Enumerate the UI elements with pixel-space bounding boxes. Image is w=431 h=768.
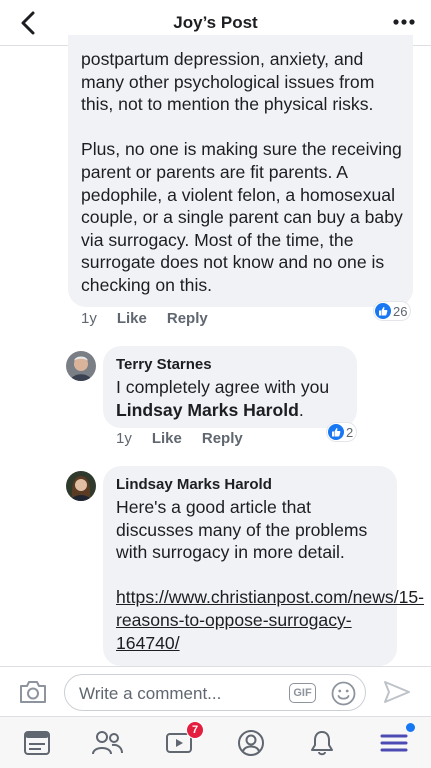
like-button[interactable]: Like — [117, 310, 147, 327]
send-icon[interactable] — [382, 679, 412, 705]
reply-button[interactable]: Reply — [167, 310, 208, 327]
reaction-count: 2 — [346, 424, 354, 440]
comment-time: 1y — [81, 310, 97, 327]
like-button[interactable]: Like — [152, 430, 182, 447]
reply-button[interactable]: Reply — [202, 430, 243, 447]
comment-text: I completely agree with you Lindsay Mark… — [116, 376, 351, 421]
comment-body: I completely agree with you — [116, 377, 330, 397]
comment-body: Here's a good article that discusses man… — [116, 497, 368, 563]
comment-text: Here's a good article that discusses man… — [116, 496, 424, 654]
like-reaction-icon — [375, 303, 391, 319]
comment-author[interactable]: Lindsay Marks Harold — [116, 476, 272, 493]
comment-paragraph: postpartum depression, anxiety, and many… — [81, 49, 375, 115]
reply-bubble[interactable]: Terry Starnes I completely agree with yo… — [103, 346, 357, 428]
comment-time: 1y — [116, 430, 132, 447]
comment-text: postpartum depression, anxiety, and many… — [81, 48, 406, 297]
reaction-count-badge[interactable]: 2 — [327, 423, 357, 441]
comment-author[interactable]: Terry Starnes — [116, 356, 212, 373]
avatar-lindsay-marks-harold[interactable] — [66, 471, 96, 501]
comment-paragraph: Plus, no one is making sure the receivin… — [81, 139, 403, 295]
comment-actions: 1y Like Reply — [116, 430, 243, 447]
friends-icon[interactable] — [90, 727, 124, 759]
comment-input-placeholder: Write a comment... — [79, 684, 222, 703]
bottom-tab-bar: 7 — [0, 716, 431, 768]
comment-actions: 1y Like Reply — [81, 310, 208, 327]
reaction-count: 26 — [393, 303, 408, 319]
comment-input[interactable]: Write a comment... GIF — [64, 674, 366, 711]
news-feed-icon[interactable] — [20, 727, 54, 759]
reply-bubble[interactable]: Lindsay Marks Harold Here's a good artic… — [103, 466, 424, 666]
comment-composer: Write a comment... GIF — [0, 666, 431, 716]
watch-video-icon[interactable]: 7 — [162, 721, 204, 759]
like-reaction-icon — [328, 424, 344, 440]
emoji-icon[interactable] — [331, 681, 356, 706]
comment-body-end: . — [298, 399, 304, 420]
camera-icon[interactable] — [18, 679, 48, 705]
reaction-count-badge[interactable]: 26 — [374, 302, 411, 320]
more-dots-icon[interactable] — [389, 10, 419, 34]
notifications-bell-icon[interactable] — [305, 727, 339, 759]
notification-badge: 7 — [186, 721, 204, 739]
menu-icon[interactable] — [377, 723, 415, 759]
profile-icon[interactable] — [234, 727, 268, 759]
menu-update-dot — [406, 723, 415, 732]
mention-link[interactable]: Lindsay Marks Harold — [116, 400, 299, 420]
gif-button[interactable]: GIF — [289, 683, 316, 703]
article-link[interactable]: https://www.christianpost.com/news/15-re… — [116, 586, 424, 654]
page-title: Joy’s Post — [173, 13, 258, 32]
comment-bubble[interactable]: postpartum depression, anxiety, and many… — [68, 35, 413, 307]
avatar-terry-starnes[interactable] — [66, 351, 96, 381]
